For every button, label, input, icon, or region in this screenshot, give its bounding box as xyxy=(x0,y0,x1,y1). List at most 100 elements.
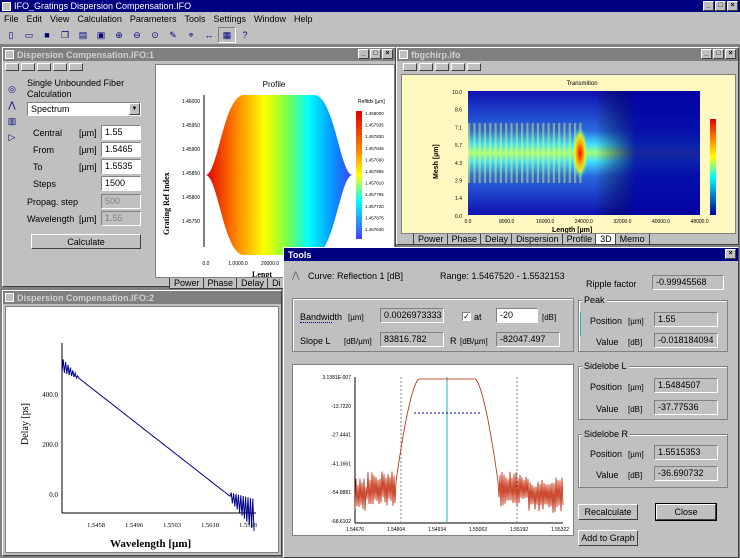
mode-select-value: Spectrum xyxy=(31,104,70,114)
print-icon[interactable]: ▣ xyxy=(92,27,110,43)
maximize-button[interactable]: □ xyxy=(713,49,724,59)
close-button[interactable]: × xyxy=(727,1,738,11)
view-button-5[interactable] xyxy=(467,63,481,71)
x-tick-label: 32000.0 xyxy=(613,219,631,225)
view-button-4[interactable] xyxy=(451,63,465,71)
steps-input[interactable]: 1500 xyxy=(101,176,141,191)
peak-title: Peak xyxy=(582,295,607,305)
close-dialog-button[interactable]: Close xyxy=(656,504,716,520)
wavelength-input[interactable]: 1.55 xyxy=(101,211,141,226)
tab-dispersion[interactable]: Dispersion xyxy=(511,234,564,245)
view-button-2[interactable] xyxy=(419,63,433,71)
view-button-5[interactable] xyxy=(69,63,83,71)
table-icon[interactable]: ▥ xyxy=(8,116,17,127)
open-icon[interactable]: ▭ xyxy=(20,27,38,43)
tab-phase[interactable]: Phase xyxy=(203,278,239,289)
view-button-1[interactable] xyxy=(5,63,19,71)
to-unit: [µm] xyxy=(79,162,97,172)
tab-profile[interactable]: Profile xyxy=(562,234,598,245)
sidelobe-r-position-unit: [µm] xyxy=(628,450,644,459)
close-button[interactable]: × xyxy=(382,49,393,59)
menu-settings[interactable]: Settings xyxy=(213,14,246,24)
zoom-fit-icon[interactable]: ⊙ xyxy=(146,27,164,43)
maximize-button[interactable]: □ xyxy=(715,1,726,11)
window-3-title-bar: Dispersion Compensation.IFO:2 xyxy=(3,291,281,304)
tab-3d[interactable]: 3D xyxy=(595,234,617,245)
to-input[interactable]: 1.5535 xyxy=(101,159,141,174)
sidelobe-l-value-value[interactable]: -37.77536 xyxy=(654,400,718,415)
view-button-2[interactable] xyxy=(21,63,35,71)
close-button[interactable]: × xyxy=(725,249,736,259)
copy-icon[interactable]: ❐ xyxy=(56,27,74,43)
sidelobe-l-position-value[interactable]: 1.5484507 xyxy=(654,378,718,393)
window-icon xyxy=(399,50,408,59)
sidelobe-l-title: Sidelobe L xyxy=(582,361,629,371)
mode-select[interactable]: Spectrum ▼ xyxy=(27,102,141,116)
at-input[interactable]: -20 xyxy=(496,308,538,323)
bandwidth-unit: [µm] xyxy=(348,313,364,322)
central-input[interactable]: 1.55 xyxy=(101,125,141,140)
peak-position-value[interactable]: 1.55 xyxy=(654,312,718,327)
zoom-out-icon[interactable]: ⊖ xyxy=(128,27,146,43)
ripple-value[interactable]: -0.99945568 xyxy=(652,275,724,290)
zoom-in-icon[interactable]: ⊕ xyxy=(110,27,128,43)
delay-chart: 400.0200.00.0 1.5458 1.5496 1.5503 1.5618 1.… xyxy=(6,307,279,553)
menu-tools[interactable]: Tools xyxy=(184,14,205,24)
minimize-button[interactable]: _ xyxy=(703,1,714,11)
tab-power[interactable]: Power xyxy=(413,234,449,245)
view-button-1[interactable] xyxy=(403,63,417,71)
paste-icon[interactable]: ▤ xyxy=(74,27,92,43)
y-tick-label: 1.45950 xyxy=(182,123,200,129)
minimize-button[interactable]: _ xyxy=(701,49,712,59)
at-checkbox[interactable]: ✓ xyxy=(462,312,471,321)
grating-icon[interactable]: ⋀ xyxy=(8,100,15,111)
draw-icon[interactable]: ✎ xyxy=(164,27,182,43)
tab-delay[interactable]: Delay xyxy=(236,278,269,289)
sidelobe-r-value-value[interactable]: -36.690732 xyxy=(654,466,718,481)
y-tick-label: 10.0 xyxy=(452,90,462,96)
menu-view[interactable]: View xyxy=(50,14,69,24)
minimize-button[interactable]: _ xyxy=(358,49,369,59)
view-button-3[interactable] xyxy=(435,63,449,71)
menu-edit[interactable]: Edit xyxy=(27,14,43,24)
menu-help[interactable]: Help xyxy=(294,14,313,24)
maximize-button[interactable]: □ xyxy=(370,49,381,59)
add-to-graph-button[interactable]: Add to Graph xyxy=(578,530,638,546)
help-icon[interactable]: ? xyxy=(236,27,254,43)
recalculate-button[interactable]: Recalculate xyxy=(578,504,638,520)
calculate-button[interactable]: Calculate xyxy=(31,234,141,249)
menu-window[interactable]: Window xyxy=(254,14,286,24)
group-title: Single Unbounded Fiber Calculation xyxy=(27,78,147,100)
view-button-4[interactable] xyxy=(53,63,67,71)
slope-l-value[interactable]: 83816.782 xyxy=(380,332,444,347)
close-button[interactable]: × xyxy=(725,49,736,59)
tab-delay[interactable]: Delay xyxy=(480,234,513,245)
bandwidth-value[interactable]: 0.0026973333 xyxy=(380,308,444,323)
from-input[interactable]: 1.5465 xyxy=(101,142,141,157)
run-icon[interactable]: ▷ xyxy=(9,132,16,143)
view-button-3[interactable] xyxy=(37,63,51,71)
peak-value-value[interactable]: -0.018184094 xyxy=(654,333,718,348)
propag-input[interactable]: 500 xyxy=(101,194,141,209)
app-title-bar: IFO_Gratings Dispersion Compensation.IFO… xyxy=(0,0,740,12)
new-icon[interactable]: ▯ xyxy=(2,27,20,43)
menu-file[interactable]: File xyxy=(4,14,19,24)
profile-legend-bar xyxy=(356,111,362,239)
tools-icon[interactable]: ▦ xyxy=(218,27,236,43)
chevron-down-icon[interactable]: ▼ xyxy=(129,103,140,115)
x-tick-label: 20000.0 xyxy=(261,261,279,267)
measure-icon[interactable]: ↔ xyxy=(200,27,218,43)
sidelobe-r-position-value[interactable]: 1.5515353 xyxy=(654,445,718,460)
menu-calculation[interactable]: Calculation xyxy=(77,14,122,24)
cursor-icon[interactable]: ⌖ xyxy=(182,27,200,43)
tab-phase[interactable]: Phase xyxy=(447,234,483,245)
tab-memo[interactable]: Memo xyxy=(615,234,650,245)
tab-power[interactable]: Power xyxy=(169,278,205,289)
window-1-side-icons: ◎ ⋀ ▥ ▷ xyxy=(5,84,19,143)
fiber-icon[interactable]: ◎ xyxy=(8,84,16,95)
window-1-title: Dispersion Compensation.IFO:1 xyxy=(17,50,154,60)
slope-r-value[interactable]: -82047.497 xyxy=(496,332,560,347)
save-icon[interactable]: ■ xyxy=(38,27,56,43)
x-tick-label: 48000.0 xyxy=(691,219,709,225)
menu-parameters[interactable]: Parameters xyxy=(130,14,177,24)
